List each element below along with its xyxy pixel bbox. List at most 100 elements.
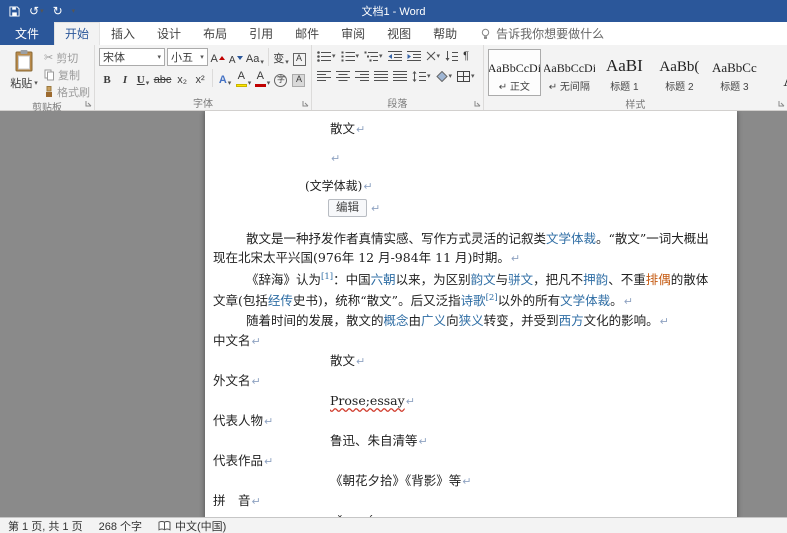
reference-link[interactable]: [2] [486, 293, 498, 303]
tab-references[interactable]: 引用 [238, 22, 284, 45]
link-text[interactable]: 狭义 [459, 313, 484, 328]
paragraph-mark: ↵ [331, 152, 340, 165]
font-name-combo[interactable]: 宋体▾ [99, 48, 165, 66]
link-text[interactable]: 概念 [384, 313, 409, 328]
customize-qat-button[interactable]: ▾ [72, 8, 76, 15]
align-right-button[interactable] [354, 68, 370, 84]
style-card-heading2[interactable]: AaBb( 标题 2 [653, 49, 706, 96]
sort-button[interactable] [444, 48, 459, 64]
paragraph-mark: ↵ [252, 335, 261, 348]
link-text[interactable]: 诗歌 [461, 293, 486, 308]
copy-button[interactable]: 复制 [44, 67, 90, 82]
strikethrough-button[interactable]: abc [153, 70, 172, 87]
reference-link[interactable]: [1] [321, 272, 333, 282]
bullets-button[interactable]: ▾ [316, 48, 337, 64]
italic-button[interactable]: I [117, 70, 133, 87]
line-spacing-button[interactable]: ▾ [411, 68, 432, 84]
highlight-color-button[interactable]: A▾ [235, 70, 252, 87]
document-area: 散文↵ ↵ (文学体裁)↵ 编辑↵ 散文是一种抒发作者真情实感、写作方式灵活的记… [0, 111, 787, 517]
language-status[interactable]: 中文(中国) [158, 518, 226, 533]
numbered-list-icon [341, 51, 355, 62]
align-center-button[interactable] [335, 68, 351, 84]
quick-access-toolbar: ↺▾ ↻ ▾ [0, 5, 75, 17]
link-text[interactable]: 广义 [421, 313, 446, 328]
decrease-indent-button[interactable] [387, 48, 403, 64]
tab-layout[interactable]: 布局 [192, 22, 238, 45]
character-border-button[interactable]: A [291, 49, 307, 66]
align-left-icon [317, 71, 331, 82]
paste-button[interactable]: 粘贴▾ [4, 48, 44, 99]
word-count-status[interactable]: 268 个字 [99, 518, 142, 533]
justify-button[interactable] [373, 68, 389, 84]
increase-indent-button[interactable] [406, 48, 422, 64]
paragraph-dialog-launcher[interactable] [474, 100, 481, 107]
phonetic-guide-button[interactable]: 变▾ [273, 49, 289, 66]
document-page[interactable]: 散文↵ ↵ (文学体裁)↵ 编辑↵ 散文是一种抒发作者真情实感、写作方式灵活的记… [205, 111, 737, 517]
link-text[interactable]: 排偶 [646, 272, 671, 287]
superscript-button[interactable]: x² [192, 70, 208, 87]
tab-help[interactable]: 帮助 [422, 22, 468, 45]
text-effects-button[interactable]: A▾ [217, 70, 233, 87]
tab-mailings[interactable]: 邮件 [284, 22, 330, 45]
styles-dialog-launcher[interactable] [778, 100, 785, 107]
bold-button[interactable]: B [99, 70, 115, 87]
numbering-button[interactable]: ▾ [340, 48, 361, 64]
undo-button[interactable]: ↺▾ [29, 5, 44, 17]
font-size-combo[interactable]: 小五▾ [167, 48, 208, 66]
link-text[interactable]: 文学体裁 [546, 231, 596, 246]
style-card-normal[interactable]: AaBbCcDi ↵ 正文 [488, 49, 541, 96]
paragraph-mark: ↵ [624, 295, 633, 308]
font-dialog-launcher[interactable] [302, 100, 309, 107]
undo-icon: ↺ [29, 5, 39, 17]
style-card-heading3[interactable]: AaBbCc 标题 3 [708, 49, 761, 96]
style-card-no-spacing[interactable]: AaBbCcDi ↵ 无间隔 [543, 49, 596, 96]
subscript-button[interactable]: x₂ [174, 70, 190, 87]
character-shading-button[interactable]: A [291, 70, 307, 87]
tab-insert[interactable]: 插入 [100, 22, 146, 45]
asian-layout-icon [426, 51, 436, 61]
paragraph-mark: ↵ [264, 455, 273, 468]
tab-view[interactable]: 视图 [376, 22, 422, 45]
paragraph-mark: ↵ [406, 395, 415, 408]
font-color-button[interactable]: A▾ [254, 70, 271, 87]
style-card-partial[interactable]: A [763, 49, 787, 96]
link-text[interactable]: 六朝 [371, 272, 396, 287]
underline-button[interactable]: U▾ [135, 70, 151, 87]
tab-design[interactable]: 设计 [146, 22, 192, 45]
sort-icon [445, 51, 458, 62]
redo-button[interactable]: ↻ [53, 5, 63, 17]
save-button[interactable] [9, 6, 20, 17]
multilevel-list-button[interactable]: ▾ [363, 48, 384, 64]
enclose-characters-button[interactable]: 字 [273, 70, 289, 87]
link-text[interactable]: 文学体裁 [560, 293, 610, 308]
link-text[interactable]: 西方 [559, 313, 584, 328]
tab-file[interactable]: 文件 [0, 22, 54, 45]
link-text[interactable]: 韵文 [471, 272, 496, 287]
paragraph-mark: ↵ [356, 355, 365, 368]
asian-layout-button[interactable]: ▾ [425, 48, 442, 64]
align-left-button[interactable] [316, 68, 332, 84]
style-card-heading1[interactable]: AaBI 标题 1 [598, 49, 651, 96]
borders-button[interactable]: ▾ [456, 68, 476, 84]
link-text[interactable]: 经传 [268, 293, 293, 308]
tab-review[interactable]: 审阅 [330, 22, 376, 45]
distribute-button[interactable] [392, 68, 408, 84]
tell-me-box[interactable]: 告诉我你想要做什么 [480, 22, 604, 45]
grow-font-button[interactable]: A [210, 49, 226, 66]
tab-home[interactable]: 开始 [54, 22, 100, 45]
cut-button[interactable]: ✂剪切 [44, 50, 90, 65]
align-right-icon [355, 71, 369, 82]
format-painter-button[interactable]: 格式刷 [44, 84, 90, 99]
link-text[interactable]: 押韵 [583, 272, 608, 287]
chevron-down-icon: ▾ [200, 54, 204, 61]
status-bar: 第 1 页, 共 1 页 268 个字 中文(中国) [0, 517, 787, 533]
edit-button[interactable]: 编辑 [328, 199, 367, 217]
clipboard-dialog-launcher[interactable] [85, 100, 92, 107]
show-hide-marks-button[interactable]: ¶ [462, 48, 470, 64]
shrink-font-button[interactable]: A [228, 49, 244, 66]
change-case-button[interactable]: Aa▾ [246, 49, 264, 66]
shading-button[interactable]: ▾ [435, 68, 454, 84]
word-window: ↺▾ ↻ ▾ 文档1 - Word 文件 开始 插入 设计 布局 引用 邮件 审… [0, 0, 787, 533]
link-text[interactable]: 骈文 [508, 272, 533, 287]
page-number-status[interactable]: 第 1 页, 共 1 页 [8, 518, 83, 533]
